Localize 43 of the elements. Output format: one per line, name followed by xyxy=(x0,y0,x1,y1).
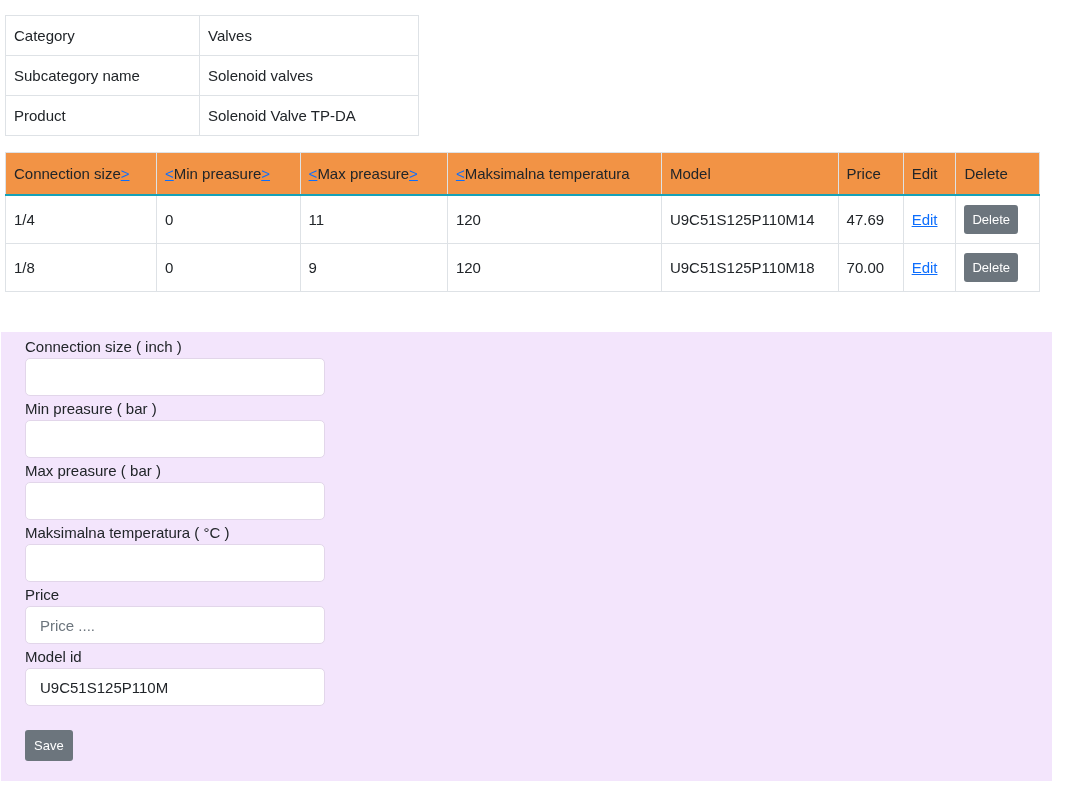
table-cell: 9 xyxy=(300,243,448,292)
table-cell: 1/4 xyxy=(5,195,157,244)
table-cell: 47.69 xyxy=(838,195,904,244)
input-field[interactable] xyxy=(25,420,325,458)
info-label: Category xyxy=(5,15,200,56)
input-field[interactable] xyxy=(25,358,325,396)
input-field[interactable] xyxy=(25,482,325,520)
info-label: Product xyxy=(5,95,200,136)
column-title: Min preasure xyxy=(173,165,262,182)
table-cell: 1/8 xyxy=(5,243,157,292)
table-cell: 70.00 xyxy=(838,243,904,292)
column-title: Connection size xyxy=(14,165,121,182)
field-label: Connection size ( inch ) xyxy=(25,338,183,355)
table-cell: U9C51S125P110M18 xyxy=(661,243,839,292)
column-title: Maksimalna temperatura xyxy=(464,165,630,182)
info-value: Solenoid valves xyxy=(199,55,419,96)
save-button[interactable]: Save xyxy=(25,730,73,761)
edit-link[interactable]: Edit xyxy=(911,259,938,276)
delete-button[interactable]: Delete xyxy=(964,205,1018,234)
info-label: Subcategory name xyxy=(5,55,200,96)
table-cell: 120 xyxy=(447,243,662,292)
table-cell: 0 xyxy=(156,195,301,244)
info-value: Solenoid Valve TP-DA xyxy=(199,95,419,136)
info-value: Valves xyxy=(199,15,419,56)
field-label: Maksimalna temperatura ( °C ) xyxy=(25,524,231,541)
input-field[interactable]: Price .... xyxy=(25,606,325,644)
edit-link[interactable]: Edit xyxy=(911,211,938,228)
delete-button[interactable]: Delete xyxy=(964,253,1018,282)
table-cell: U9C51S125P110M14 xyxy=(661,195,839,244)
field-label: Price xyxy=(25,586,61,603)
field-label: Model id xyxy=(25,648,83,665)
column-title: Model xyxy=(669,165,711,182)
input-field[interactable] xyxy=(25,544,325,582)
field-label: Max preasure ( bar ) xyxy=(25,462,162,479)
column-title: Max preasure xyxy=(317,165,410,182)
column-title: Edit xyxy=(911,165,938,182)
table-cell: 0 xyxy=(156,243,301,292)
column-title: Price xyxy=(846,165,881,182)
table-cell: 120 xyxy=(447,195,662,244)
column-title: Delete xyxy=(964,165,1008,182)
field-label: Min preasure ( bar ) xyxy=(25,400,158,417)
table-cell: 11 xyxy=(300,195,448,244)
input-field[interactable]: U9C51S125P110M xyxy=(25,668,325,706)
